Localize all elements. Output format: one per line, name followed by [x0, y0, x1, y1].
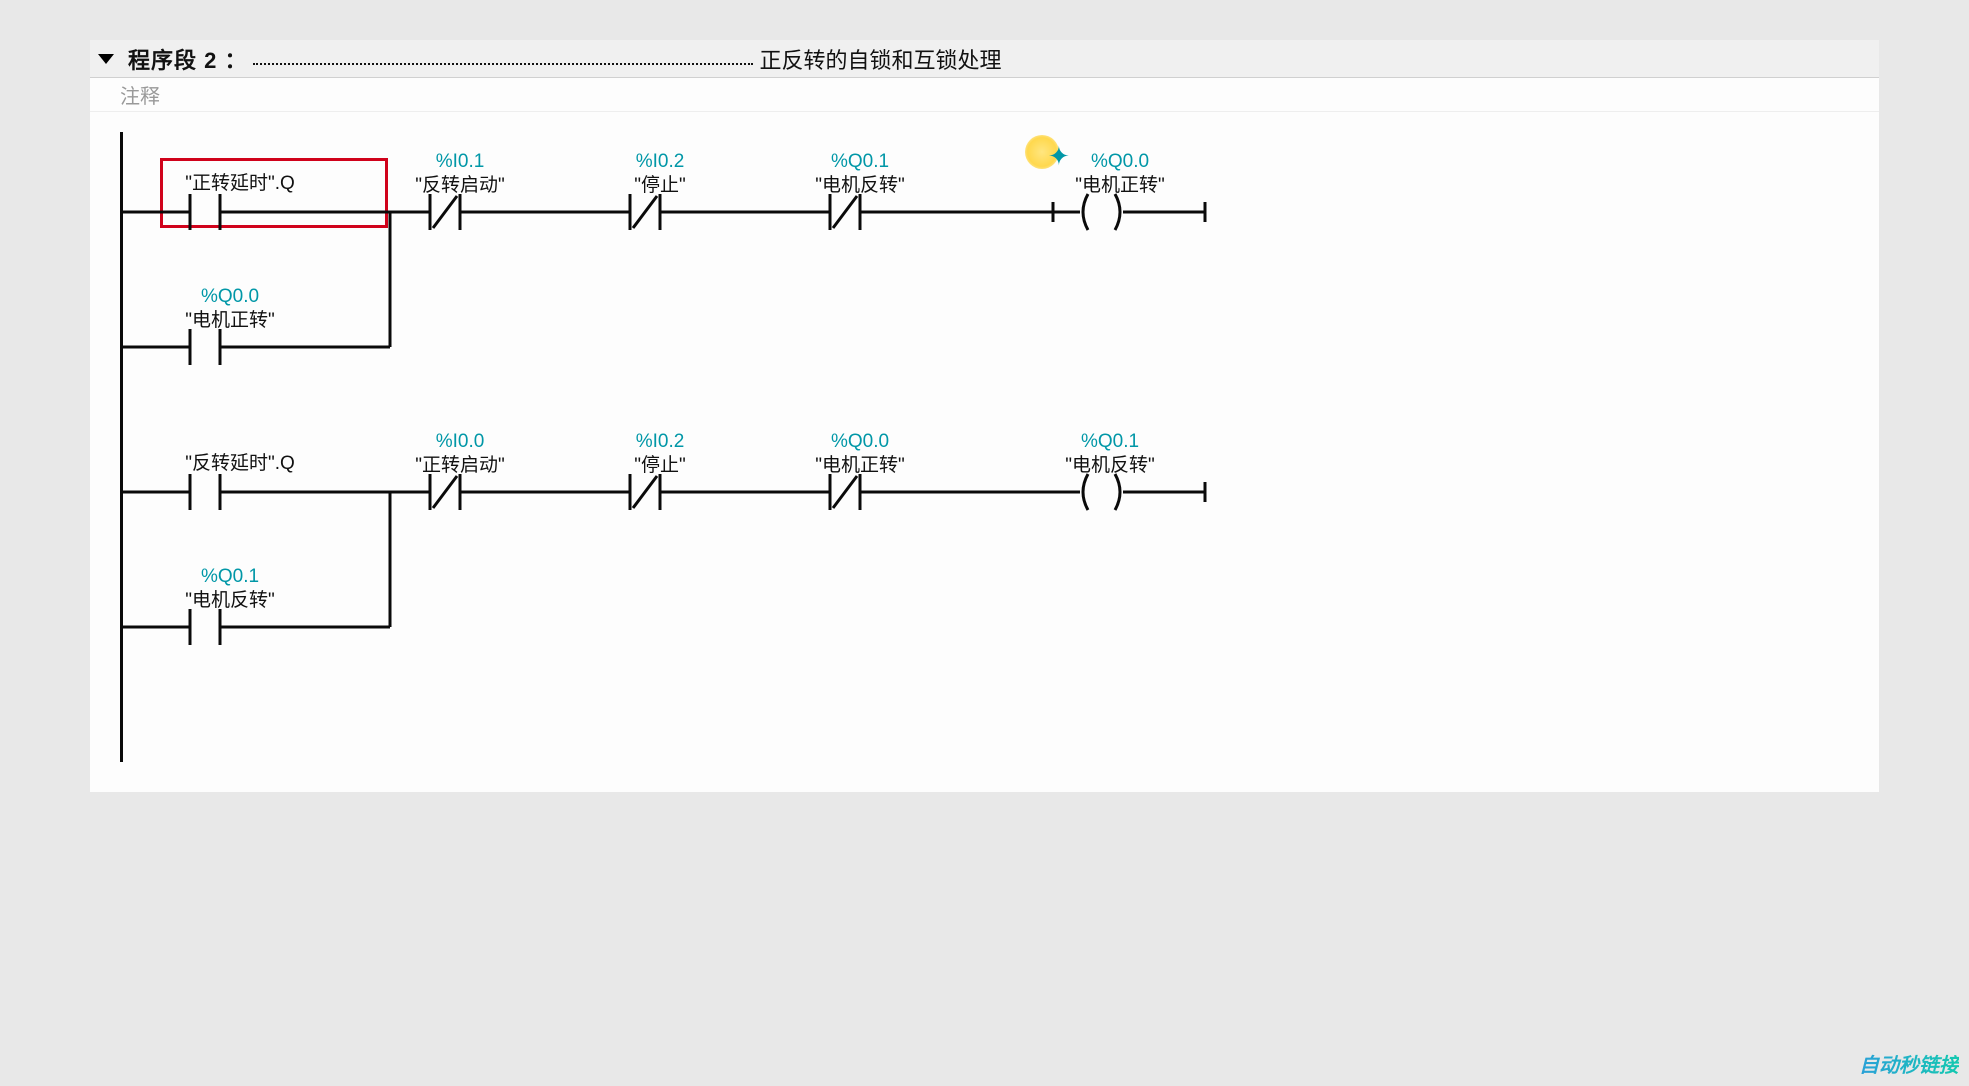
contact-label: %I0.1 "反转启动" — [390, 150, 530, 198]
contact-label: %Q0.0 "电机正转" — [1040, 150, 1200, 198]
contact-label: "正转延时".Q — [150, 172, 330, 196]
network-block: 程序段 2 ： 正反转的自锁和互锁处理 注释 ✦ — [90, 40, 1879, 792]
watermark: 自动秒链接 — [1859, 1049, 1959, 1078]
contact-label: %Q0.1 "电机反转" — [150, 565, 310, 613]
contact-label: "反转延时".Q — [150, 452, 330, 476]
contact-label: %Q0.0 "电机正转" — [790, 430, 930, 478]
contact-label: %Q0.1 "电机反转" — [1030, 430, 1190, 478]
network-description: 正反转的自锁和互锁处理 — [759, 43, 1001, 75]
contact-label: %Q0.1 "电机反转" — [790, 150, 930, 198]
contact-label: %I0.2 "停止" — [590, 150, 730, 198]
comment-placeholder: 注释 — [120, 80, 160, 109]
network-header[interactable]: 程序段 2 ： 正反转的自锁和互锁处理 — [90, 40, 1879, 78]
network-title: 程序段 2 ： — [128, 43, 247, 75]
header-dotted-line — [253, 53, 753, 65]
network-comment[interactable]: 注释 — [90, 78, 1879, 112]
contact-label: %I0.0 "正转启动" — [390, 430, 530, 478]
collapse-icon[interactable] — [98, 54, 114, 64]
contact-label: %Q0.0 "电机正转" — [150, 285, 310, 333]
ladder-area: ✦ — [90, 112, 1879, 792]
contact-label: %I0.2 "停止" — [590, 430, 730, 478]
